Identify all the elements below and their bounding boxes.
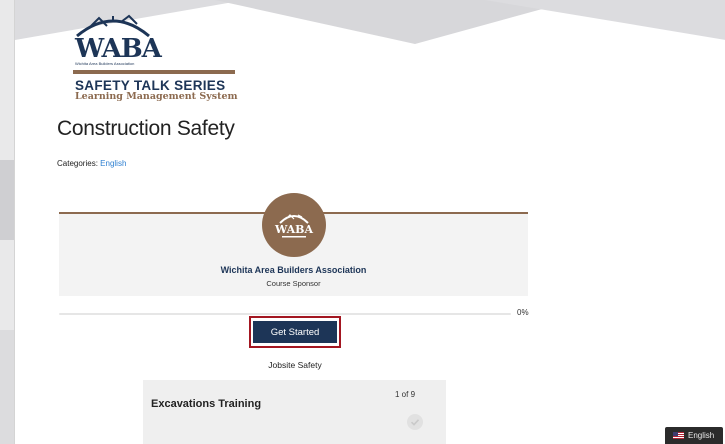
course-progress-bar <box>59 313 511 315</box>
series-subtitle: Learning Management System <box>75 91 238 102</box>
logo-wordmark: WABA <box>75 34 162 64</box>
sponsor-avatar: WABA <box>262 193 326 257</box>
language-switcher[interactable]: English <box>665 427 723 444</box>
check-circle-icon <box>407 414 423 430</box>
module-heading: Jobsite Safety <box>268 360 322 370</box>
avatar-wordmark: WABA <box>274 223 313 236</box>
backdrop-shard <box>0 330 14 444</box>
backdrop-shard <box>0 160 14 240</box>
site-logo[interactable]: WABA Wichita Area Builders Association S… <box>73 12 243 102</box>
category-link-english[interactable]: English <box>100 159 126 168</box>
sponsor-role: Course Sponsor <box>266 279 321 288</box>
get-started-button[interactable]: Get Started <box>253 321 337 343</box>
lesson-title[interactable]: Excavations Training <box>151 398 261 410</box>
language-label: English <box>688 431 715 440</box>
page-title: Construction Safety <box>57 117 235 140</box>
course-page: WABA Wichita Area Builders Association S… <box>14 0 725 444</box>
course-categories: Categories: English <box>57 159 126 168</box>
logo-divider <box>73 70 235 74</box>
waba-logo-icon: WABA <box>274 214 313 238</box>
categories-label: Categories: <box>57 159 98 168</box>
lesson-count: 1 of 9 <box>395 390 416 399</box>
logo-tagline: Wichita Area Builders Association <box>75 61 135 66</box>
us-flag-icon <box>673 432 684 439</box>
backdrop-wedge <box>485 0 725 40</box>
course-progress-percent: 0% <box>517 308 529 317</box>
sponsor-name: Wichita Area Builders Association <box>220 265 367 275</box>
